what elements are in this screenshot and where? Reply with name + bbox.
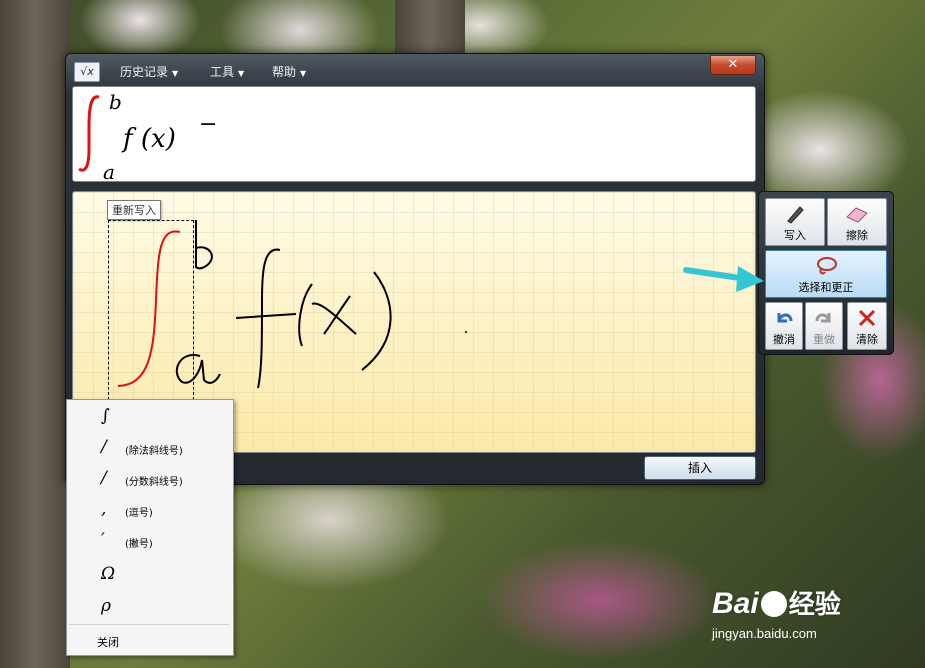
menu-item-desc: (分数斜线号) xyxy=(125,477,183,488)
menu-item-symbol: / xyxy=(101,437,107,457)
integral-sign xyxy=(78,95,100,172)
menu-item-symbol: ρ xyxy=(101,596,111,616)
select-correct-label: 选择和更正 xyxy=(798,281,854,294)
clear-label: 清除 xyxy=(856,333,878,346)
menu-help-label: 帮助 xyxy=(272,65,297,79)
menu-tools-label: 工具 xyxy=(210,65,235,79)
write-button[interactable]: 写入 xyxy=(765,198,825,246)
select-correct-button[interactable]: 选择和更正 xyxy=(765,250,887,298)
undo-label: 撤消 xyxy=(773,333,795,346)
menu-item-symbol: , xyxy=(101,499,107,519)
lasso-icon xyxy=(817,257,837,275)
menu-item-comma[interactable]: , (逗号) xyxy=(67,495,233,525)
undo-button[interactable]: 撤消 xyxy=(765,302,803,350)
lower-limit: a xyxy=(103,160,115,181)
watermark-brand: Bai xyxy=(712,587,759,620)
insert-button[interactable]: 插入 xyxy=(644,456,756,480)
redo-button[interactable]: 重做 xyxy=(805,302,843,350)
formula-render: b a f (x) − xyxy=(78,90,217,181)
formula-preview: b a f (x) − xyxy=(72,86,756,182)
chevron-down-icon: ▼ xyxy=(238,69,245,78)
baidu-watermark: Bai 经验 xyxy=(712,584,841,621)
menu-item-close[interactable]: 关闭 xyxy=(97,634,119,650)
menu-item-apostrophe[interactable]: ′ (撇号) xyxy=(67,526,233,556)
pen-icon xyxy=(787,206,804,224)
erase-label: 擦除 xyxy=(846,229,868,242)
menu-item-desc: (除法斜线号) xyxy=(125,446,183,457)
menu-help[interactable]: 帮助 ▼ xyxy=(272,63,306,80)
menu-item-fraction-slash[interactable]: / (分数斜线号) xyxy=(67,464,233,494)
menu-item-symbol: ′ xyxy=(101,530,105,550)
eraser-icon xyxy=(846,207,868,223)
clear-button[interactable]: 清除 xyxy=(847,302,887,350)
menu-separator xyxy=(69,624,229,625)
undo-icon xyxy=(777,313,793,323)
menu-item-rho[interactable]: ρ xyxy=(67,592,233,622)
menu-tools[interactable]: 工具 ▼ xyxy=(210,63,244,80)
upper-limit: b xyxy=(109,90,122,114)
selection-rectangle[interactable] xyxy=(108,220,194,400)
chevron-down-icon: ▼ xyxy=(172,69,179,78)
app-icon: √x xyxy=(74,62,100,82)
redo-label: 重做 xyxy=(813,333,835,346)
chevron-down-icon: ▼ xyxy=(300,69,307,78)
menu-item-symbol: Ω xyxy=(101,564,116,584)
tool-panel: 写入 擦除 选择和更正 撤消 重做 清除 xyxy=(758,191,894,355)
menu-item-integral[interactable]: ∫ xyxy=(67,402,233,432)
correction-context-menu: ∫ / (除法斜线号) / (分数斜线号) , (逗号) ′ (撇号) Ω ρ … xyxy=(66,399,234,656)
menu-item-symbol: / xyxy=(101,468,107,488)
redo-icon xyxy=(815,313,831,323)
erase-button[interactable]: 擦除 xyxy=(827,198,887,246)
tree-trunk-mid xyxy=(395,0,465,60)
rewrite-tooltip: 重新写入 xyxy=(107,200,161,220)
menu-history[interactable]: 历史记录 ▼ xyxy=(120,63,178,80)
trailing-operator: − xyxy=(199,112,217,137)
integrand: f (x) xyxy=(121,124,176,154)
menu-item-desc: (逗号) xyxy=(125,508,153,519)
write-label: 写入 xyxy=(784,229,806,242)
paw-icon xyxy=(760,591,787,617)
tree-trunk-left xyxy=(0,0,70,668)
watermark-brand-suffix: 经验 xyxy=(788,589,841,619)
clear-x-icon xyxy=(858,309,876,327)
watermark-site: jingyan.baidu.com xyxy=(712,626,817,641)
menu-history-label: 历史记录 xyxy=(120,65,169,79)
menu-item-division-slash[interactable]: / (除法斜线号) xyxy=(67,433,233,463)
menu-item-desc: (撇号) xyxy=(125,539,153,550)
menu-item-symbol: ∫ xyxy=(101,406,110,426)
close-button[interactable]: ✕ xyxy=(710,55,756,75)
menu-item-omega[interactable]: Ω xyxy=(67,560,233,590)
title-bar: √x 历史记录 ▼ 工具 ▼ 帮助 ▼ ✕ xyxy=(66,54,764,84)
